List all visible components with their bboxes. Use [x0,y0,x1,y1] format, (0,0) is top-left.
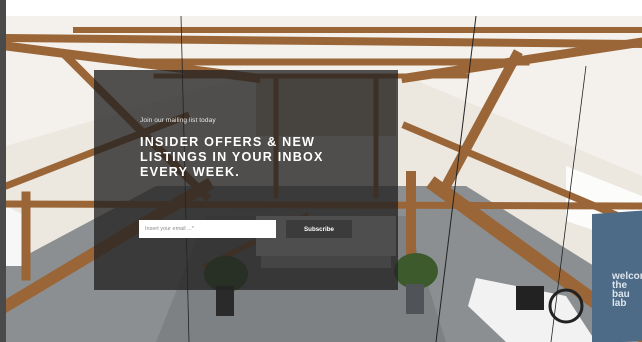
page: welcom the bau lab Join our mailing list… [0,0,642,342]
headline-line-1: INSIDER OFFERS & NEW [140,135,316,149]
welcome-sign-text: welcom the bau lab [612,271,642,309]
headline-line-2: LISTINGS IN YOUR INBOX [140,150,324,164]
subscribe-button[interactable]: Subscribe [286,220,352,238]
top-bar [0,0,642,16]
newsletter-signup-panel: Join our mailing list today INSIDER OFFE… [94,70,398,290]
email-input[interactable] [139,220,276,238]
headline-line-3: EVERY WEEK. [140,165,240,179]
mailing-list-eyebrow: Join our mailing list today [140,117,216,124]
newsletter-headline: INSIDER OFFERS & NEW LISTINGS IN YOUR IN… [140,135,390,180]
